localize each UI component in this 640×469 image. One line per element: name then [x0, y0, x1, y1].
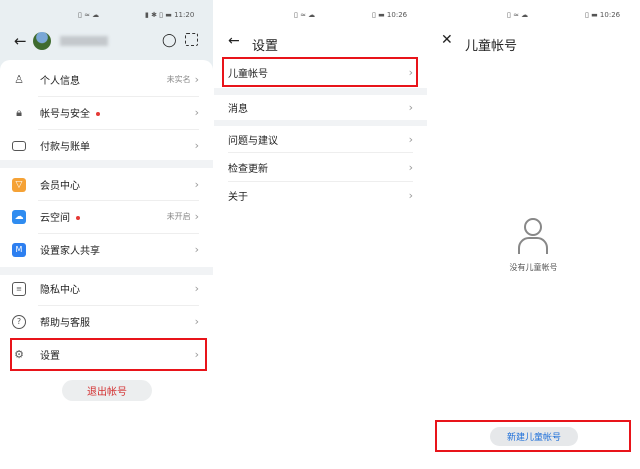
chevron-right-icon: › — [408, 101, 413, 114]
close-icon[interactable]: ✕ — [441, 32, 453, 48]
label: 问题与建议 — [228, 135, 278, 147]
status-time: ▯ ▬ 10:26 — [372, 11, 408, 19]
empty-state-text: 没有儿童帐号 — [509, 263, 558, 272]
account-panel: ▯ ≈ ☁ ▮ ✱ ▯ ▬ 11:20 ← ◯ ♙ 个人信息 未实名 › 🔒︎ 帐号与安… — [0, 0, 213, 469]
chevron-right-icon: › — [194, 315, 199, 328]
cloud-icon: ☁ — [12, 209, 26, 224]
menu-messages[interactable]: 消息 › — [214, 95, 427, 120]
status-time: ▮ ✱ ▯ ▬ 11:20 — [145, 11, 195, 19]
status-icons: ▯ ≈ ☁ — [507, 11, 529, 19]
chevron-right-icon: › — [194, 178, 199, 191]
chevron-right-icon: › — [408, 160, 413, 174]
highlight-box — [222, 57, 418, 87]
menu-family-sharing[interactable]: M 设置家人共享 › — [0, 233, 213, 266]
page-title: 设置 — [252, 39, 279, 54]
label: 帐号与安全 — [40, 109, 90, 120]
status-value: 未实名 — [166, 75, 191, 84]
menu-feedback[interactable]: 问题与建议 › — [214, 126, 427, 152]
label: 隐私中心 — [40, 285, 80, 296]
chevron-right-icon: › — [408, 132, 413, 146]
help-icon: ? — [12, 314, 26, 329]
lock-icon: 🔒︎ — [16, 105, 22, 119]
label: 云空间 — [40, 213, 70, 224]
family-icon: M — [12, 242, 26, 257]
person-icon — [518, 218, 548, 254]
person-icon: ♙ — [14, 73, 24, 86]
vip-icon: ▽ — [12, 177, 26, 192]
privacy-icon: ≡ — [12, 281, 26, 296]
chevron-right-icon: › — [194, 243, 199, 256]
menu-cloud[interactable]: ☁ 云空间 未开启 › — [0, 200, 213, 233]
menu-account-security[interactable]: 🔒︎ 帐号与安全 › — [0, 96, 213, 129]
child-account-panel: ▯ ≈ ☁ ▯ ▬ 10:26 ✕ 儿童帐号 没有儿童帐号 新建儿童帐号 — [427, 0, 640, 469]
notification-dot — [96, 112, 100, 116]
menu-personal-info[interactable]: ♙ 个人信息 未实名 › — [0, 63, 213, 96]
card-icon — [12, 140, 26, 151]
highlight-box — [10, 338, 207, 371]
label: 帮助与客服 — [40, 318, 90, 329]
label: 设置家人共享 — [40, 246, 100, 257]
menu-privacy[interactable]: ≡ 隐私中心 › — [0, 272, 213, 305]
label: 会员中心 — [40, 181, 80, 192]
highlight-box — [435, 420, 631, 452]
chevron-right-icon: › — [194, 73, 199, 86]
label: 关于 — [228, 192, 248, 203]
menu-check-update[interactable]: 检查更新 › — [214, 153, 427, 181]
page-title: 儿童帐号 — [465, 39, 518, 54]
avatar[interactable] — [33, 32, 51, 50]
status-value: 未开启 — [166, 212, 191, 221]
chevron-right-icon: › — [194, 282, 199, 295]
settings-panel: ▯ ≈ ☁ ▯ ▬ 10:26 ← 设置 儿童帐号 › 消息 › 问题与建议 › 检查… — [214, 0, 427, 469]
status-icons: ▯ ≈ ☁ — [78, 11, 100, 19]
status-icons: ▯ ≈ ☁ — [294, 11, 316, 19]
status-time: ▯ ▬ 10:26 — [585, 11, 621, 19]
label: 检查更新 — [228, 163, 268, 175]
notification-dot — [76, 216, 80, 220]
chevron-right-icon: › — [408, 189, 413, 202]
back-button[interactable]: ← — [228, 33, 240, 49]
menu-help[interactable]: ? 帮助与客服 › — [0, 305, 213, 338]
label: 个人信息 — [40, 76, 80, 87]
label: 消息 — [228, 104, 248, 115]
chevron-right-icon: › — [194, 139, 199, 152]
message-icon[interactable]: ◯ — [162, 33, 177, 48]
chevron-right-icon: › — [194, 106, 199, 119]
back-button[interactable]: ← — [14, 32, 27, 50]
menu-payment[interactable]: 付款与账单 › — [0, 129, 213, 162]
menu-about[interactable]: 关于 › — [214, 182, 427, 209]
logout-button[interactable]: 退出帐号 — [62, 380, 152, 401]
username-blurred — [60, 36, 108, 46]
scan-icon[interactable] — [185, 33, 198, 46]
label: 付款与账单 — [40, 142, 90, 153]
chevron-right-icon: › — [194, 210, 199, 223]
menu-vip[interactable]: ▽ 会员中心 › — [0, 168, 213, 201]
